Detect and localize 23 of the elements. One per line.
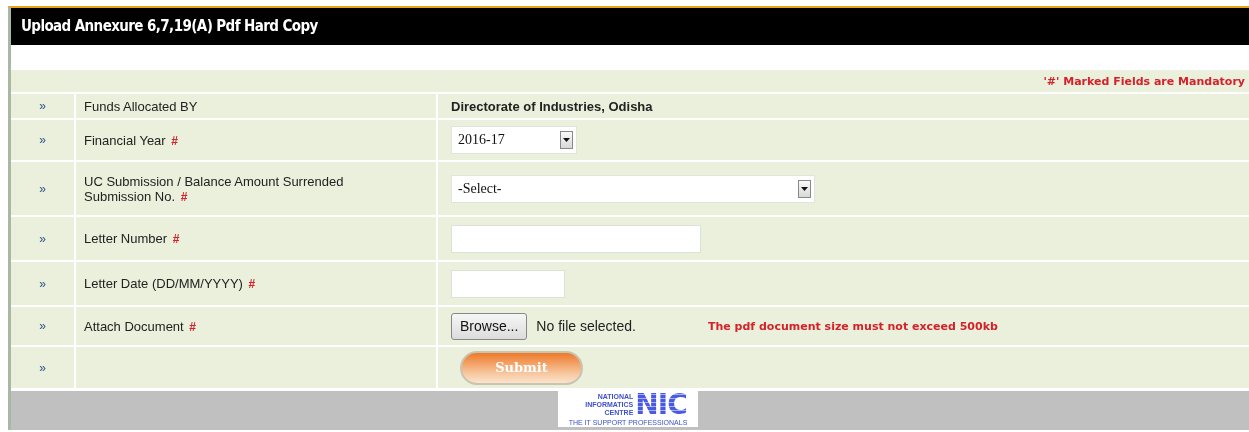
- field-label: Letter Number #: [84, 231, 180, 246]
- dropdown-field[interactable]: -Select-: [451, 174, 815, 203]
- field-label: Financial Year #: [84, 132, 178, 148]
- row-marker-icon: »: [39, 276, 46, 291]
- text-input-field[interactable]: [451, 224, 701, 253]
- field-value: Directorate of Industries, Odisha: [451, 98, 653, 114]
- row-marker-icon: »: [39, 99, 46, 113]
- row-marker-icon: »: [39, 319, 46, 333]
- row-marker-icon: »: [39, 133, 46, 147]
- size-note: The pdf document size must not exceed 500kb: [707, 319, 998, 333]
- field-label: Letter Date (DD/MM/YYYY) #: [84, 276, 256, 291]
- field-label: Attach Document #: [84, 318, 197, 334]
- dropdown-field[interactable]: 2016-17: [451, 126, 577, 154]
- row-marker-icon: »: [39, 360, 46, 375]
- file-status: No file selected.: [536, 318, 636, 334]
- row-marker-icon: »: [39, 181, 46, 196]
- field-label: UC Submission / Balance Amount Surrended Submission No. #: [84, 173, 345, 204]
- browse-button[interactable]: Browse...: [451, 312, 528, 340]
- field-label: Funds Allocated BY: [84, 98, 198, 114]
- mandatory-note: '#' Marked Fields are Mandatory: [1043, 74, 1245, 88]
- row-marker-icon: »: [39, 231, 46, 246]
- page-title: Upload Annexure 6,7,19(A) Pdf Hard Copy: [11, 8, 1249, 45]
- text-input-field[interactable]: [451, 269, 565, 298]
